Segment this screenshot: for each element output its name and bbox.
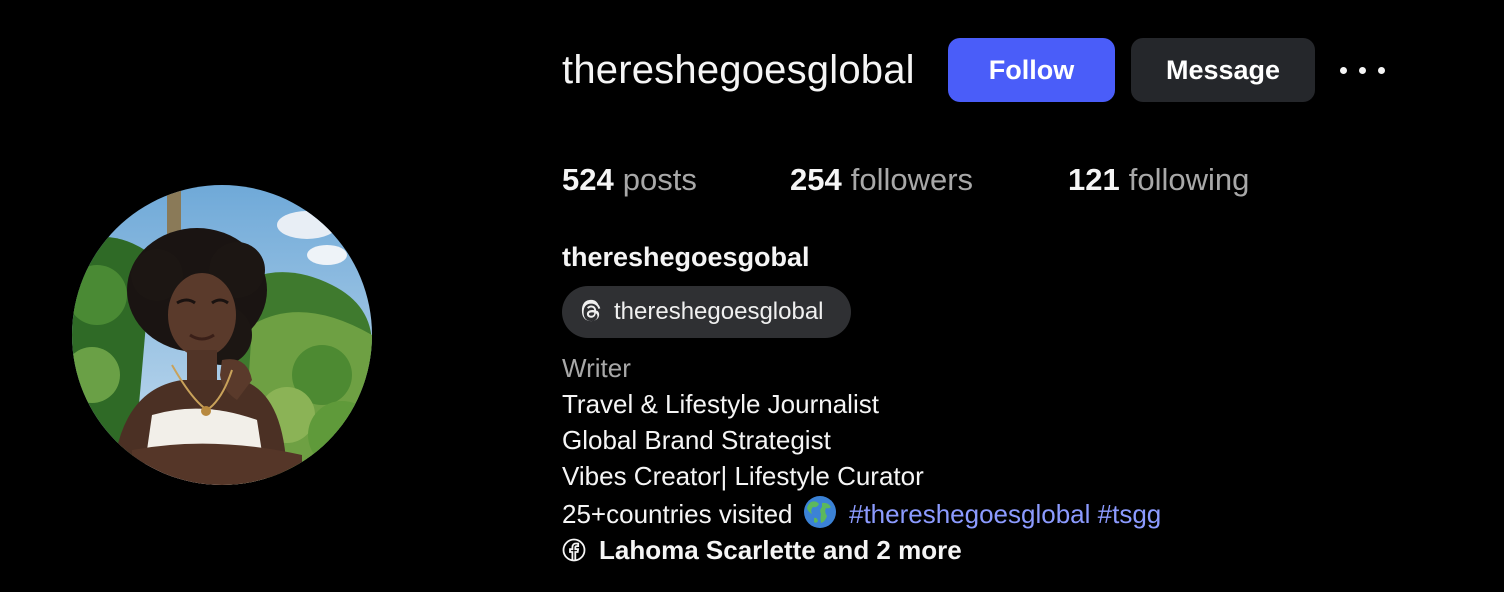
more-options-icon[interactable] [1340, 60, 1385, 80]
following-count: 121 [1068, 162, 1120, 197]
posts-stat: 524 posts [562, 160, 790, 200]
facebook-icon [562, 538, 587, 563]
profile-photo [72, 185, 372, 485]
profile-username: thereshegoesglobal [562, 48, 915, 92]
countries-text: 25+countries visited [562, 499, 793, 529]
profile-category: Writer [562, 353, 631, 383]
globe-icon [802, 494, 838, 530]
following-stat[interactable]: 121 following [1068, 160, 1249, 200]
followers-count: 254 [790, 162, 842, 197]
profile-stats: 524 posts 254 followers 121 following [562, 160, 1249, 200]
more-dot [1378, 66, 1385, 74]
threads-icon [576, 297, 606, 327]
threads-handle: thereshegoesglobal [614, 298, 824, 325]
bio-line: Travel & Lifestyle Journalist [562, 389, 879, 419]
followers-label: followers [850, 162, 974, 197]
bio-line: Global Brand Strategist [562, 425, 831, 455]
posts-count: 524 [562, 162, 614, 197]
hashtag-link[interactable]: #tsgg [1098, 499, 1162, 529]
bio-line: Vibes Creator| Lifestyle Curator [562, 461, 924, 491]
facebook-friends-line: Lahoma Scarlette and 2 more [562, 532, 1161, 568]
following-label: following [1128, 162, 1250, 197]
more-dot [1359, 66, 1366, 74]
more-dot [1340, 66, 1347, 74]
threads-profile-link[interactable]: thereshegoesglobal [562, 286, 851, 338]
bio-countries-line: 25+countries visited #thereshegoesglobal… [562, 494, 1161, 532]
follow-button[interactable]: Follow [948, 38, 1115, 102]
message-button[interactable]: Message [1131, 38, 1315, 102]
profile-bio: Writer Travel & Lifestyle Journalist Glo… [562, 350, 1161, 568]
posts-label: posts [622, 162, 697, 197]
followers-stat[interactable]: 254 followers [790, 160, 1068, 200]
facebook-mutual-link[interactable]: Lahoma Scarlette and 2 more [599, 532, 962, 568]
profile-display-name: thereshegoesgobal [562, 242, 810, 272]
hashtag-link[interactable]: #thereshegoesglobal [849, 499, 1090, 529]
profile-avatar[interactable] [72, 185, 372, 485]
